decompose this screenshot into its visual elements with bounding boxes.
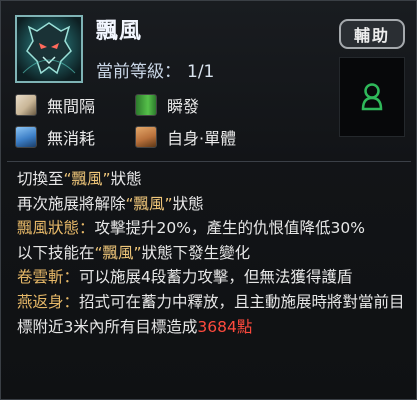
attribute-label: 自身·單體 — [167, 129, 237, 148]
state-effect: 飄風狀態：攻擊提升20%，產生的仇恨值降低30% — [17, 219, 365, 238]
level-label: 當前等級： — [96, 62, 181, 82]
damage-value: 3684點 — [197, 317, 253, 336]
skill-level: 當前等級： 1/1 — [96, 57, 214, 82]
attribute-target: 自身·單體 — [135, 125, 236, 149]
skill-description: 切換至“飄風”狀態 再次施展將解除“飄風”狀態 飄風狀態：攻擊提升20%，產生的… — [17, 167, 409, 339]
interval-icon — [15, 94, 37, 116]
instant-cast-icon — [135, 94, 157, 116]
skill-change: 卷雲斬：可以施展4段蓄力攻擊，但無法獲得護盾 — [17, 268, 353, 287]
attribute-label: 無間隔 — [47, 97, 96, 116]
no-cost-icon — [15, 126, 37, 148]
description-line: 再次施展將解除“飄風”狀態 — [17, 194, 204, 213]
change-label: 燕返身： — [17, 292, 80, 311]
description-line: 切換至“飄風”狀態 — [17, 170, 142, 188]
skill-type-badge: 輔助 — [339, 19, 405, 49]
attribute-label: 瞬發 — [167, 97, 200, 116]
change-label: 卷雲斬： — [17, 268, 80, 287]
attribute-cast: 瞬發 — [135, 93, 199, 117]
attribute-cost: 無消耗 — [15, 125, 95, 149]
person-slot-icon — [361, 83, 383, 111]
slot-box — [339, 57, 405, 137]
attribute-interval: 無間隔 — [15, 93, 95, 117]
effect-label: 飄風狀態： — [17, 219, 95, 238]
state-highlight: “飄風” — [63, 170, 111, 188]
wolf-head-skill-icon — [15, 15, 83, 83]
divider — [7, 161, 411, 162]
skill-name: 飄風 — [96, 19, 143, 44]
skill-tooltip: 飄風 當前等級： 1/1 輔助 無間隔 瞬發 無消耗 自身·單體 切換至“飄風”狀… — [0, 0, 417, 400]
attribute-label: 無消耗 — [47, 129, 96, 148]
description-line: 以下技能在“飄風”狀態下發生變化 — [17, 243, 251, 262]
state-highlight: “飄風” — [125, 194, 173, 213]
level-value: 1/1 — [187, 62, 215, 82]
skill-attributes: 無間隔 瞬發 無消耗 自身·單體 — [15, 91, 325, 153]
state-highlight: “飄風” — [94, 243, 142, 262]
target-self-icon — [135, 126, 157, 148]
skill-change: 燕返身：招式可在蓄力中釋放，且主動施展時將對當前目標附近3米內所有目標造成368… — [17, 292, 405, 336]
